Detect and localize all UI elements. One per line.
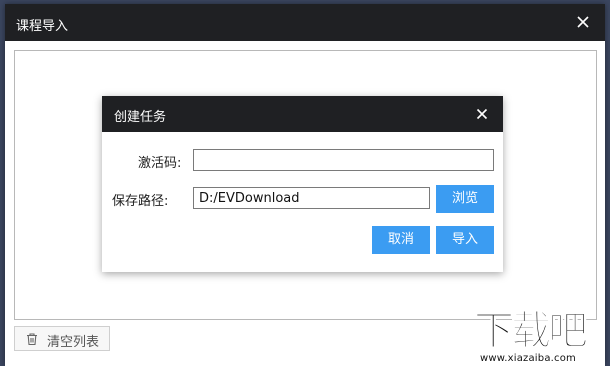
create-task-dialog: 创建任务 激活码: 保存路径: 浏览 取消 导入 bbox=[102, 96, 503, 272]
save-path-label: 保存路径: bbox=[112, 194, 169, 209]
cancel-button[interactable]: 取消 bbox=[372, 226, 430, 254]
dialog-titlebar: 创建任务 bbox=[102, 96, 503, 132]
clear-list-label: 清空列表 bbox=[47, 335, 100, 350]
close-icon[interactable] bbox=[475, 107, 489, 121]
watermark-url: www.xiazaiba.com bbox=[480, 353, 576, 364]
clear-list-button[interactable]: 清空列表 bbox=[14, 326, 110, 351]
window-titlebar: 课程导入 bbox=[5, 4, 605, 41]
activation-code-input[interactable] bbox=[193, 149, 494, 171]
dialog-title: 创建任务 bbox=[114, 110, 167, 125]
watermark: 下载吧 www.xiazaiba.com bbox=[472, 308, 610, 366]
activation-code-label: 激活码: bbox=[138, 156, 182, 171]
browse-button[interactable]: 浏览 bbox=[436, 185, 494, 213]
close-icon[interactable] bbox=[575, 14, 591, 30]
window-title: 课程导入 bbox=[16, 19, 69, 34]
save-path-input[interactable] bbox=[193, 187, 430, 209]
trash-icon bbox=[27, 333, 37, 346]
import-button[interactable]: 导入 bbox=[436, 226, 494, 254]
watermark-logo: 下载吧 bbox=[474, 308, 589, 355]
